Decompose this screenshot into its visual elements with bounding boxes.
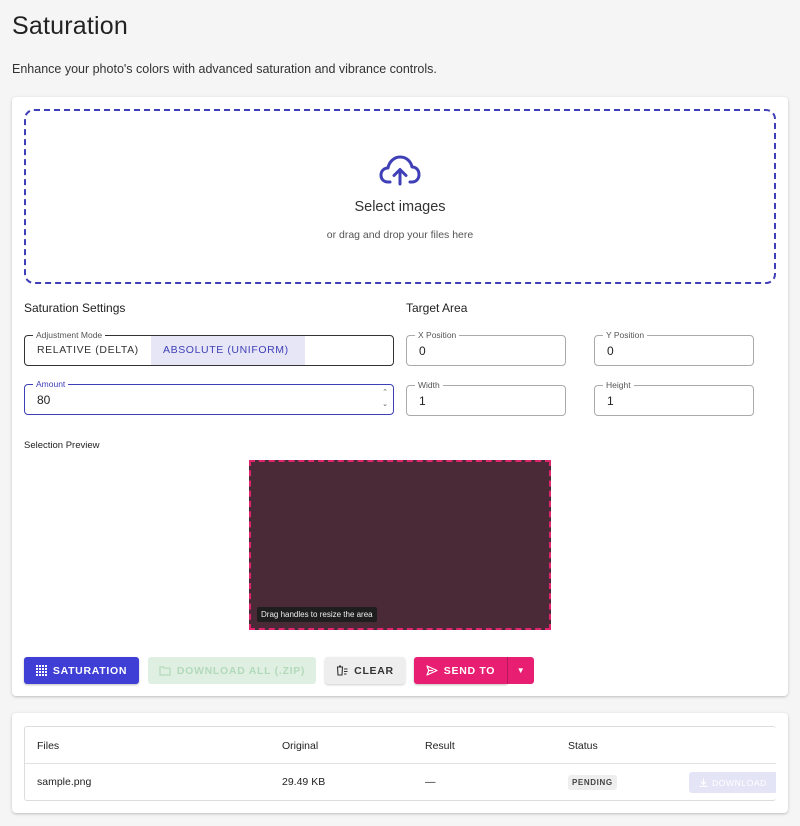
y-position-field[interactable]: Y Position 0: [594, 329, 754, 366]
column-header-files: Files: [37, 740, 60, 752]
y-position-value[interactable]: 0: [607, 344, 614, 358]
download-icon: [699, 778, 708, 787]
status-badge: PENDING: [568, 775, 617, 790]
clear-button[interactable]: CLEAR: [325, 657, 405, 684]
width-field[interactable]: Width 1: [406, 379, 566, 416]
width-label: Width: [415, 379, 443, 391]
resize-hint: Drag handles to resize the area: [257, 607, 377, 622]
file-name: sample.png: [37, 776, 92, 788]
height-label: Height: [603, 379, 634, 391]
saturation-button-label: SATURATION: [52, 664, 128, 677]
files-card: Files Original Result Status sample.png …: [12, 713, 788, 813]
dropzone-title: Select images: [354, 199, 446, 215]
download-all-button[interactable]: DOWNLOAD ALL (.ZIP): [148, 657, 316, 684]
caret-down-icon: ▼: [516, 666, 526, 675]
height-field[interactable]: Height 1: [594, 379, 754, 416]
amount-input[interactable]: Amount 80 ⌃ ⌄: [24, 378, 394, 415]
grid-icon: [35, 665, 47, 676]
result-size: —: [425, 776, 436, 788]
adjustment-mode-toggle: Adjustment Mode RELATIVE (DELTA) ABSOLUT…: [24, 329, 394, 366]
saturation-settings-heading: Saturation Settings: [24, 301, 126, 315]
column-header-status: Status: [568, 740, 598, 752]
selection-preview-label: Selection Preview: [24, 440, 100, 451]
row-download-button[interactable]: DOWNLOAD: [689, 772, 776, 793]
clear-list-icon: [337, 665, 348, 676]
send-to-button[interactable]: SEND TO: [414, 657, 507, 684]
download-all-label: DOWNLOAD ALL (.ZIP): [176, 664, 306, 677]
clear-button-label: CLEAR: [354, 664, 394, 677]
cloud-upload-icon: [379, 155, 421, 186]
header-divider: [25, 763, 776, 764]
saturation-button[interactable]: SATURATION: [24, 657, 139, 684]
x-position-value[interactable]: 0: [419, 344, 426, 358]
image-dropzone[interactable]: Select images or drag and drop your file…: [24, 109, 776, 284]
original-size: 29.49 KB: [282, 776, 326, 788]
mode-absolute-button[interactable]: ABSOLUTE (UNIFORM): [151, 336, 305, 365]
x-position-field[interactable]: X Position 0: [406, 329, 566, 366]
height-value[interactable]: 1: [607, 394, 614, 408]
selection-preview-area[interactable]: Drag handles to resize the area: [249, 460, 551, 630]
amount-label: Amount: [33, 378, 69, 390]
page-title: Saturation: [12, 12, 128, 40]
editor-card: Select images or drag and drop your file…: [12, 97, 788, 696]
amount-stepper-icon[interactable]: ⌃ ⌄: [380, 387, 390, 411]
width-value[interactable]: 1: [419, 394, 426, 408]
dropzone-subtitle: or drag and drop your files here: [326, 229, 474, 241]
column-header-result: Result: [425, 740, 455, 752]
folder-icon: [159, 665, 171, 676]
files-table: Files Original Result Status sample.png …: [24, 726, 776, 801]
amount-value[interactable]: 80: [37, 393, 50, 407]
send-to-dropdown-button[interactable]: ▼: [507, 657, 534, 684]
send-to-label: SEND TO: [443, 664, 496, 677]
x-position-label: X Position: [415, 329, 460, 341]
y-position-label: Y Position: [603, 329, 648, 341]
page-subtitle: Enhance your photo's colors with advance…: [12, 62, 437, 76]
send-icon: [426, 665, 438, 676]
row-download-label: DOWNLOAD: [712, 777, 767, 788]
target-area-heading: Target Area: [406, 301, 468, 315]
column-header-original: Original: [282, 740, 319, 752]
mode-relative-button[interactable]: RELATIVE (DELTA): [25, 336, 151, 365]
